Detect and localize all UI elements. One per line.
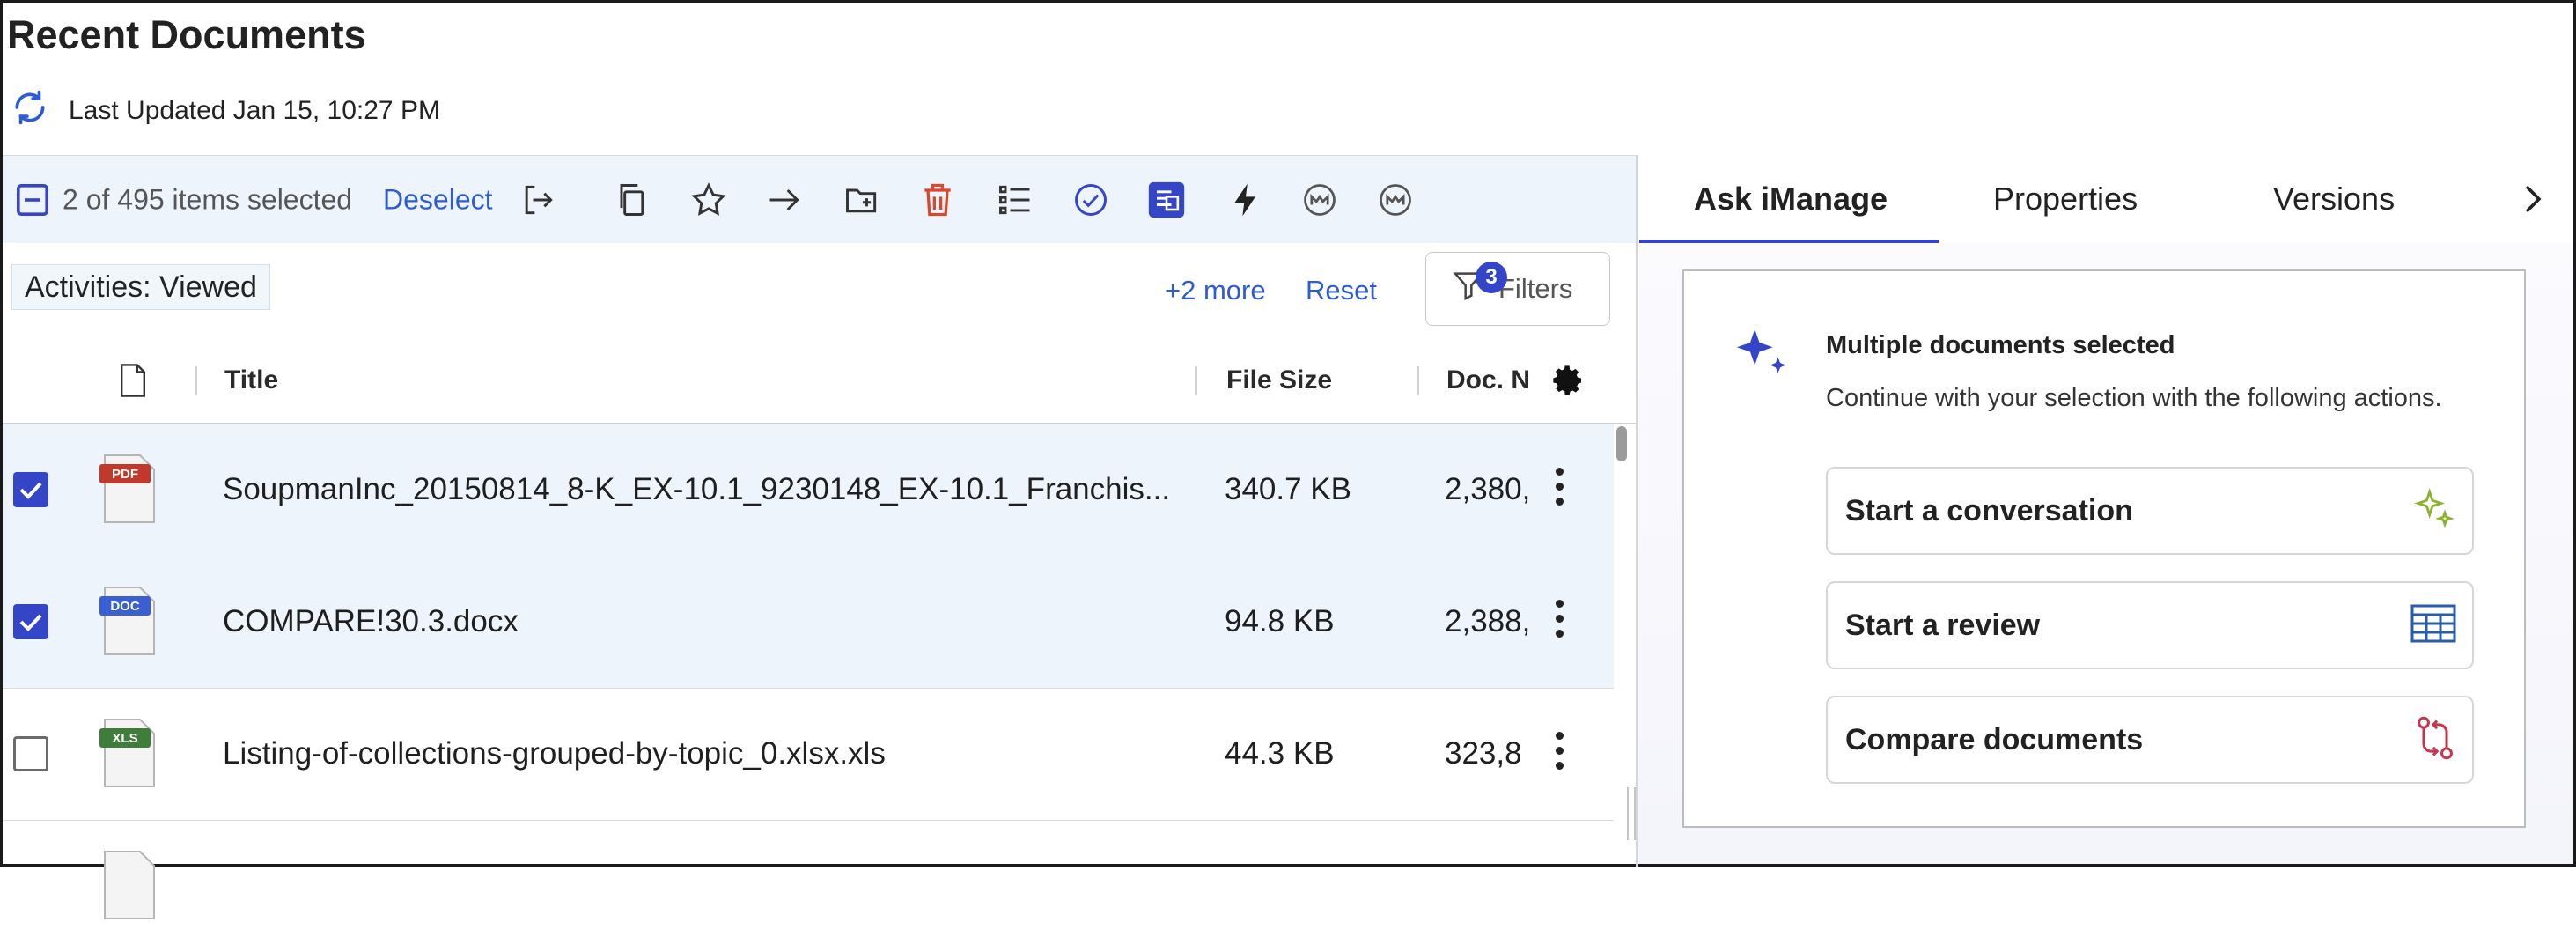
page-title: Recent Documents [7, 12, 366, 57]
chevron-right-icon[interactable] [2516, 181, 2548, 221]
sparkle-green-icon [2410, 486, 2456, 536]
row-file-size: 340.7 KB [1225, 472, 1351, 506]
row-doc-number: 2,380, [1445, 472, 1531, 506]
check-circle-icon[interactable] [1071, 181, 1110, 219]
pdf-file-icon: PDF [99, 454, 155, 523]
row-checkbox-checked[interactable] [13, 604, 48, 639]
compare-documents-label: Compare documents [1845, 722, 2144, 756]
imanage-m-alt-icon[interactable] [1376, 181, 1415, 219]
more-filters-link[interactable]: +2 more [1165, 275, 1266, 306]
refresh-icon[interactable] [11, 88, 49, 134]
file-icon [104, 851, 155, 919]
last-updated-text: Last Updated Jan 15, 10:27 PM [69, 96, 440, 125]
xls-file-icon: XLS [99, 719, 155, 787]
table-row[interactable]: XLS Listing-of-collections-grouped-by-to… [3, 688, 1614, 821]
column-settings-gear-icon[interactable] [1550, 363, 1586, 402]
column-separator[interactable] [1417, 366, 1419, 395]
row-title[interactable]: SoupmanInc_20150814_8-K_EX-10.1_9230148_… [223, 472, 1170, 507]
folder-add-icon[interactable] [843, 181, 881, 219]
row-doc-number: 323,8 [1445, 736, 1522, 771]
start-review-button[interactable]: Start a review [1826, 581, 2474, 669]
start-review-label: Start a review [1845, 608, 2041, 642]
lightning-icon[interactable] [1226, 181, 1265, 219]
column-separator[interactable] [1195, 366, 1197, 395]
table-row[interactable]: PDF SoupmanInc_20150814_8-K_EX-10.1_9230… [3, 424, 1614, 557]
table-row-partial[interactable] [3, 820, 1614, 952]
pane-resize-handle[interactable] [1627, 787, 1636, 840]
delete-trash-icon[interactable] [918, 181, 957, 219]
row-checkbox-checked[interactable] [13, 472, 48, 507]
column-header-doc-number[interactable]: Doc. N [1446, 365, 1530, 395]
card-title: Multiple documents selected [1826, 331, 2175, 359]
start-conversation-label: Start a conversation [1845, 493, 2133, 528]
doc-file-icon: DOC [99, 587, 155, 655]
select-all-minus-icon[interactable] [17, 184, 48, 216]
list-details-icon[interactable] [996, 181, 1034, 219]
row-file-size: 94.8 KB [1225, 604, 1335, 638]
table-header: Title File Size Doc. N [3, 336, 1636, 424]
row-file-size: 44.3 KB [1225, 736, 1335, 771]
file-type-column-icon[interactable] [119, 363, 147, 402]
row-more-actions-icon[interactable] [1556, 732, 1566, 777]
reset-filters-link[interactable]: Reset [1306, 275, 1377, 306]
filter-chip-activities[interactable]: Activities: Viewed [11, 264, 270, 310]
row-more-actions-icon[interactable] [1556, 468, 1566, 513]
row-more-actions-icon[interactable] [1556, 600, 1566, 645]
move-arrow-icon[interactable] [765, 181, 804, 219]
column-header-title[interactable]: Title [224, 365, 278, 395]
filters-count-badge: 3 [1476, 262, 1507, 293]
start-conversation-button[interactable]: Start a conversation [1826, 467, 2474, 555]
copy-icon[interactable] [612, 181, 651, 219]
filters-button[interactable]: 3 Filters [1425, 252, 1610, 326]
filter-bar: Activities: Viewed +2 more Reset 3 Filte… [3, 243, 1636, 337]
pdf-badge-text: PDF [112, 467, 138, 482]
tab-versions[interactable]: Versions [2273, 181, 2395, 218]
tab-ask-imanage[interactable]: Ask iManage [1694, 181, 1888, 218]
last-updated-bar: Last Updated Jan 15, 10:27 PM [11, 88, 440, 134]
column-header-file-size[interactable]: File Size [1226, 365, 1332, 395]
tab-properties[interactable]: Properties [1993, 181, 2138, 218]
compare-arrows-icon [2414, 715, 2456, 765]
sparkle-icon [1732, 324, 1793, 390]
selection-toolbar: 2 of 495 items selected Deselect [3, 155, 1636, 245]
favorite-star-icon[interactable] [689, 181, 728, 219]
column-separator[interactable] [195, 366, 197, 395]
row-title[interactable]: Listing-of-collections-grouped-by-topic_… [223, 736, 886, 771]
xls-badge-text: XLS [112, 731, 137, 746]
table-grid-icon [2410, 604, 2456, 647]
review-panel-icon[interactable] [1147, 181, 1186, 219]
imanage-m-icon[interactable] [1300, 181, 1339, 219]
compare-documents-button[interactable]: Compare documents [1826, 696, 2474, 784]
filters-button-label: Filters [1498, 273, 1573, 304]
panel-tabs: Ask iManage Properties Versions [1638, 155, 2573, 243]
row-doc-number: 2,388, [1445, 604, 1531, 638]
table-scrollbar-thumb[interactable] [1616, 426, 1627, 461]
deselect-link[interactable]: Deselect [383, 184, 493, 217]
row-title[interactable]: COMPARE!30.3.docx [223, 604, 519, 639]
card-description: Continue with your selection with the fo… [1826, 384, 2442, 412]
selection-count: 2 of 495 items selected [63, 183, 353, 216]
ask-imanage-card: Multiple documents selected Continue wit… [1682, 269, 2526, 828]
table-row[interactable]: DOC COMPARE!30.3.docx 94.8 KB 2,388, [3, 556, 1614, 689]
doc-badge-text: DOC [110, 599, 140, 614]
export-icon[interactable] [519, 181, 557, 219]
row-checkbox-unchecked[interactable] [13, 736, 48, 771]
